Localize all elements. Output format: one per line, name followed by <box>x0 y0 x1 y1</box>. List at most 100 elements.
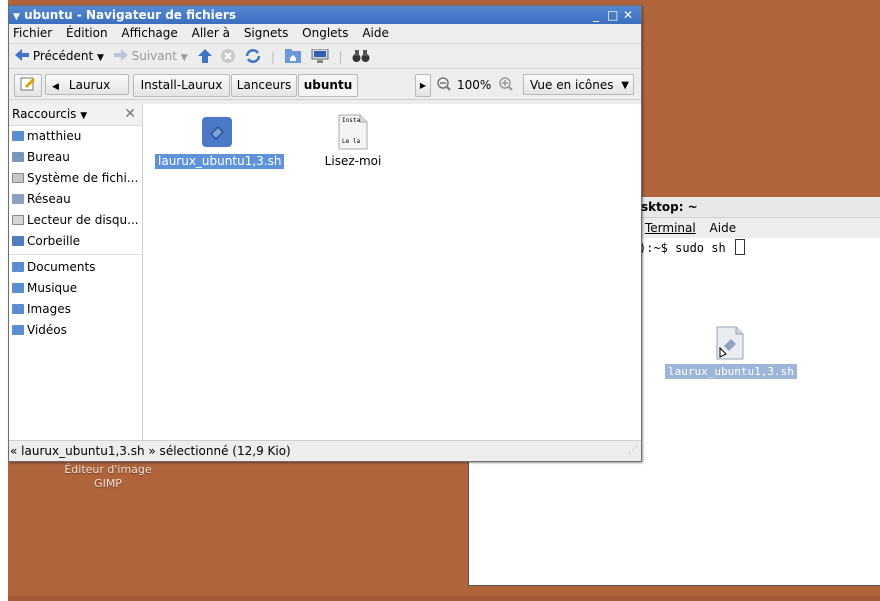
sidebar-item-network[interactable]: Réseau <box>9 189 142 210</box>
home-folder-icon <box>12 131 24 141</box>
sidebar-item-trash[interactable]: Corbeille <box>9 231 142 252</box>
crumb-label-install-laurux: Install-Laurux <box>140 78 223 92</box>
window-menu-icon[interactable]: ▼ <box>13 12 20 22</box>
back-button[interactable]: Précédent ▼ <box>15 44 104 70</box>
crumb-ubuntu[interactable]: ubuntu <box>298 74 358 97</box>
stop-icon <box>221 49 236 63</box>
computer-icon <box>311 48 329 63</box>
crumb-right-arrow-icon[interactable]: ▶ <box>415 74 431 97</box>
folder-icon <box>12 325 24 335</box>
menu-signets[interactable]: Signets <box>244 26 289 40</box>
file-manager-titlebar[interactable]: ▼ ubuntu - Navigateur de fichiers _ □ ✕ <box>9 6 641 24</box>
forward-label: Suivant <box>131 49 177 63</box>
disk-drive-icon <box>12 215 24 225</box>
terminal-prompt-text: ):~$ sudo sh <box>639 241 733 255</box>
binoculars-icon <box>352 50 370 62</box>
menu-aller-a[interactable]: Aller à <box>192 26 230 40</box>
sidebar-item-label: Corbeille <box>27 234 81 248</box>
sidebar-item-label: Documents <box>27 260 96 274</box>
menu-onglets[interactable]: Onglets <box>302 26 348 40</box>
chevron-down-icon[interactable]: ▼ <box>621 75 629 96</box>
sidebar-item-label: matthieu <box>27 129 82 143</box>
menu-aide[interactable]: Aide <box>362 26 389 40</box>
file-manager-window[interactable]: ▼ ubuntu - Navigateur de fichiers _ □ ✕ … <box>8 5 642 462</box>
resize-grip-icon[interactable]: ⋰ <box>628 441 638 461</box>
sidebar-item-disk-reader[interactable]: Lecteur de disqu... <box>9 210 142 231</box>
status-text: « laurux_ubuntu1,3.sh » sélectionné (12,… <box>10 444 291 458</box>
sidebar-item-filesystem[interactable]: Système de fichi... <box>9 168 142 189</box>
text-file-icon: Insta Le la <box>338 114 368 150</box>
chevron-down-icon[interactable]: ▼ <box>97 53 104 63</box>
toggle-location-button[interactable] <box>14 74 42 97</box>
forward-button[interactable]: Suivant ▼ <box>113 44 188 70</box>
home-folder-icon <box>284 49 301 63</box>
script-file-icon <box>715 326 745 360</box>
toolbar-separator: | <box>338 50 343 64</box>
dragged-file-icon[interactable]: laurux_ubuntu1,3.sh <box>665 326 797 379</box>
back-arrow-icon <box>15 49 29 61</box>
terminal-prompt-line: ):~$ sudo sh <box>639 239 745 255</box>
chevron-down-icon[interactable]: ▼ <box>80 111 87 121</box>
sidebar-item-videos[interactable]: Vidéos <box>9 320 142 341</box>
file-item-lisez-moi[interactable]: Insta Le la Lisez-moi <box>313 114 393 169</box>
desktop-icon-label-2: GIMP <box>94 477 122 490</box>
window-title: ubuntu - Navigateur de fichiers <box>24 8 236 22</box>
sidebar-item-label: Bureau <box>27 150 70 164</box>
sidebar-item-label: Images <box>27 302 71 316</box>
sidebar-item-label: Vidéos <box>27 323 67 337</box>
crumb-lanceurs[interactable]: Lanceurs <box>231 74 297 97</box>
minimize-icon[interactable]: _ <box>593 6 599 24</box>
desktop-icon <box>12 152 24 162</box>
zoom-out-icon[interactable] <box>437 74 451 97</box>
menubar: Fichier Édition Affichage Aller à Signet… <box>9 24 641 44</box>
chevron-down-icon[interactable]: ▼ <box>181 53 188 63</box>
reload-button[interactable] <box>245 45 261 69</box>
zoom-level[interactable]: 100% <box>457 74 491 97</box>
sidebar-item-home[interactable]: matthieu <box>9 126 142 147</box>
search-button[interactable] <box>352 45 370 69</box>
sidebar-item-documents[interactable]: Documents <box>9 257 142 278</box>
terminal-menu-terminal[interactable]: Terminal <box>645 221 696 235</box>
location-bar: ◀ Laurux Install-Laurux Lanceurs ubuntu ▶… <box>9 69 641 100</box>
menu-affichage[interactable]: Affichage <box>121 26 177 40</box>
view-mode-select[interactable]: Vue en icônes ▼ <box>523 74 634 95</box>
sidebar-item-images[interactable]: Images <box>9 299 142 320</box>
menu-edition[interactable]: Édition <box>66 26 108 40</box>
reload-icon <box>245 49 261 63</box>
toolbar-separator: | <box>271 50 276 64</box>
close-icon[interactable]: ✕ <box>623 6 633 24</box>
close-icon[interactable]: ✕ <box>124 104 136 125</box>
up-button[interactable] <box>197 45 212 69</box>
terminal-cursor <box>734 239 745 255</box>
home-button[interactable] <box>284 45 301 69</box>
folder-icon <box>12 262 24 272</box>
crumb-left-arrow-icon[interactable]: ◀ <box>52 82 59 92</box>
view-mode-label: Vue en icônes <box>530 78 614 92</box>
zoom-in-icon[interactable] <box>499 74 513 97</box>
maximize-icon[interactable]: □ <box>607 6 618 24</box>
network-icon <box>12 194 24 204</box>
file-view[interactable]: laurux_ubuntu1,3.sh Insta Le la Lisez-mo… <box>143 104 641 440</box>
crumb-label-ubuntu: ubuntu <box>303 78 353 92</box>
desktop-icon-label: Éditeur d'image <box>64 463 152 476</box>
sidebar-item-musique[interactable]: Musique <box>9 278 142 299</box>
stop-button[interactable] <box>221 45 236 69</box>
sidebar-header[interactable]: Raccourcis ▼ ✕ <box>9 104 142 126</box>
script-file-icon <box>199 114 235 150</box>
file-label-script: laurux_ubuntu1,3.sh <box>155 154 285 169</box>
status-bar: « laurux_ubuntu1,3.sh » sélectionné (12,… <box>9 440 641 461</box>
crumb-laurux[interactable]: ◀ Laurux <box>45 74 129 95</box>
desktop-bottom-edge <box>8 596 880 601</box>
up-arrow-icon <box>197 49 212 63</box>
computer-button[interactable] <box>311 45 329 69</box>
menu-fichier[interactable]: Fichier <box>13 26 52 40</box>
file-item-script[interactable]: laurux_ubuntu1,3.sh <box>155 114 285 169</box>
file-label-lisez-moi: Lisez-moi <box>324 154 382 168</box>
sidebar-item-bureau[interactable]: Bureau <box>9 147 142 168</box>
terminal-menu-aide[interactable]: Aide <box>710 221 737 235</box>
folder-icon <box>12 304 24 314</box>
crumb-install-laurux[interactable]: Install-Laurux <box>133 74 230 97</box>
sidebar-item-label: Système de fichi... <box>27 171 139 185</box>
dragged-file-label: laurux_ubuntu1,3.sh <box>665 364 797 379</box>
sidebar-item-label: Réseau <box>27 192 71 206</box>
